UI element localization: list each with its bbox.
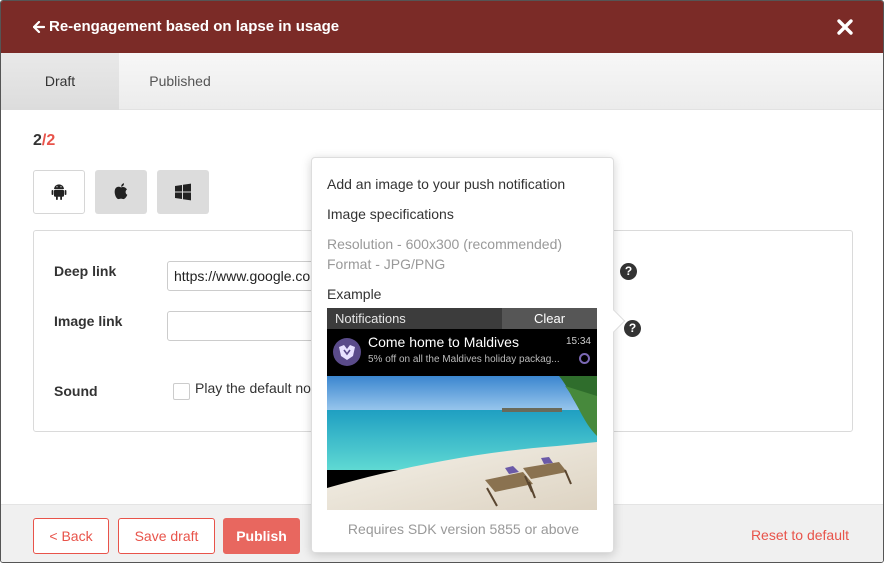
platform-ios-button[interactable]: [95, 170, 147, 214]
windows-icon: [175, 183, 191, 201]
sound-checkbox-label: Play the default no: [195, 380, 311, 396]
image-link-label: Image link: [54, 313, 123, 329]
platform-windows-button[interactable]: [157, 170, 209, 214]
image-link-help-icon[interactable]: ?: [624, 320, 641, 337]
clear-label: Clear: [502, 308, 597, 329]
notification-title: Come home to Maldives: [368, 334, 519, 350]
page-title: Re-engagement based on lapse in usage: [49, 18, 340, 35]
beach-image: [327, 376, 597, 510]
notification-shade-header: Notifications Clear: [327, 308, 597, 329]
tab-draft[interactable]: Draft: [1, 53, 119, 110]
sound-checkbox[interactable]: [173, 383, 190, 400]
sdk-requirement-text: Requires SDK version 5855 or above: [347, 521, 580, 537]
popover-title: Add an image to your push notification: [327, 176, 566, 192]
popover-example-heading: Example: [327, 286, 382, 302]
title-bar: Re-engagement based on lapse in usage: [1, 1, 883, 53]
step-indicator: 2/2: [33, 132, 55, 150]
close-icon[interactable]: [835, 17, 855, 37]
apple-icon: [114, 183, 128, 200]
notifications-label: Notifications: [335, 311, 406, 326]
platform-android-button[interactable]: [33, 170, 85, 214]
small-app-icon: [579, 353, 590, 364]
popover-format: Format - JPG/PNG: [327, 256, 446, 272]
back-to-list-link[interactable]: Re-engagement based on lapse in usage: [33, 18, 339, 36]
step-current: 2: [33, 132, 42, 149]
sound-label: Sound: [54, 383, 98, 399]
android-icon: [51, 184, 67, 200]
deep-link-label: Deep link: [54, 263, 117, 279]
image-help-popover: Add an image to your push notification I…: [311, 157, 626, 553]
app-window: Re-engagement based on lapse in usage Dr…: [0, 0, 884, 563]
tab-bar: Draft Published: [1, 53, 883, 110]
popover-specs-heading: Image specifications: [327, 206, 454, 222]
notification-time: 15:34: [565, 336, 591, 347]
deep-link-help-icon[interactable]: ?: [620, 263, 637, 280]
notification-item: Come home to Maldives 5% off on all the …: [327, 329, 597, 376]
popover-resolution: Resolution - 600x300 (recommended): [327, 236, 563, 252]
back-button[interactable]: < Back: [33, 518, 109, 554]
reset-to-default-link[interactable]: Reset to default: [751, 527, 849, 543]
save-draft-button[interactable]: Save draft: [118, 518, 215, 554]
tab-published[interactable]: Published: [119, 53, 241, 110]
publish-button[interactable]: Publish: [223, 518, 300, 554]
example-notification-preview: Notifications Clear Come home to Maldive…: [327, 308, 597, 510]
arrow-left-icon: [33, 21, 45, 33]
step-total: 2: [46, 132, 56, 149]
notification-text: 5% off on all the Maldives holiday packa…: [368, 354, 560, 365]
app-logo-icon: [333, 338, 361, 366]
